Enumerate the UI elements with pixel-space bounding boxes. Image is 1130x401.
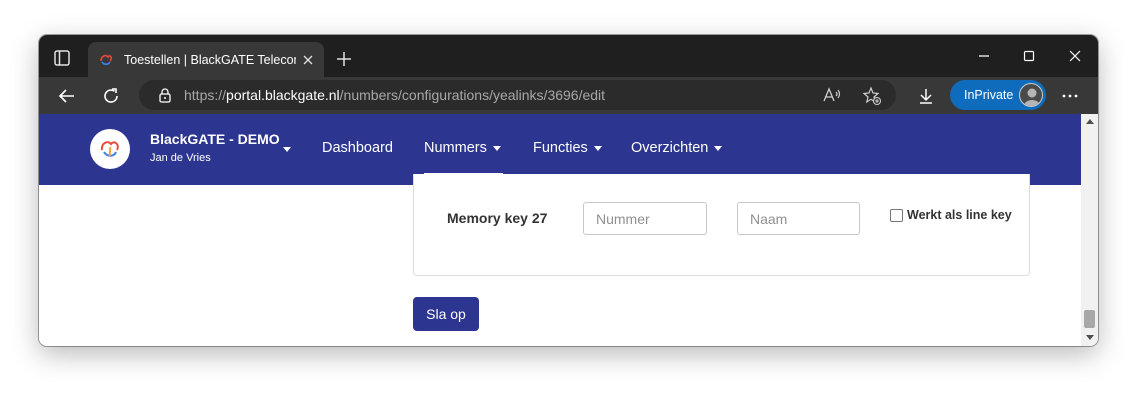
minimize-icon[interactable] <box>961 35 1007 77</box>
brand-logo[interactable] <box>90 129 130 169</box>
nav-dashboard-label: Dashboard <box>322 140 393 156</box>
memory-key-label: Memory key 27 <box>447 210 548 226</box>
url-text[interactable]: https://portal.blackgate.nl/numbers/conf… <box>184 87 605 103</box>
refresh-icon[interactable] <box>97 82 125 110</box>
nav-functies[interactable]: Functies <box>533 140 602 156</box>
url-path: /numbers/configurations/yealinks/3696/ed… <box>339 87 606 103</box>
new-tab-icon[interactable] <box>333 48 355 70</box>
scroll-down-icon[interactable] <box>1086 335 1094 340</box>
back-icon[interactable] <box>53 82 81 110</box>
tab-actions-icon[interactable] <box>51 47 73 69</box>
nav-nummers[interactable]: Nummers <box>424 140 501 156</box>
memory-key-number-input[interactable] <box>583 202 707 235</box>
save-button[interactable]: Sla op <box>413 297 479 331</box>
brand-name: BlackGATE - DEMO <box>150 131 280 147</box>
chevron-down-icon <box>593 145 602 151</box>
profile-avatar-icon <box>1019 83 1043 107</box>
address-bar[interactable]: https://portal.blackgate.nl/numbers/conf… <box>139 80 896 110</box>
inprivate-button[interactable]: InPrivate <box>950 80 1046 110</box>
browser-toolbar: https://portal.blackgate.nl/numbers/conf… <box>39 77 1098 114</box>
tab-active[interactable]: Toestellen | BlackGATE Telecom <box>88 42 324 77</box>
close-tab-icon[interactable] <box>296 48 320 72</box>
page-scrollbar[interactable] <box>1081 114 1098 346</box>
downloads-icon[interactable] <box>912 82 940 110</box>
tab-strip: Toestellen | BlackGATE Telecom <box>39 35 1098 77</box>
scroll-up-icon[interactable] <box>1086 119 1094 124</box>
close-window-icon[interactable] <box>1052 35 1098 77</box>
more-icon[interactable] <box>1056 82 1084 110</box>
nav-functies-label: Functies <box>533 140 588 156</box>
nav-dashboard[interactable]: Dashboard <box>322 140 393 156</box>
nav-overzichten[interactable]: Overzichten <box>631 140 723 156</box>
line-key-checkbox[interactable] <box>890 208 903 222</box>
page-viewport: BlackGATE - DEMO Jan de Vries Dashboard … <box>39 114 1098 346</box>
browser-window: Toestellen | BlackGATE Telecom https://p… <box>39 35 1098 346</box>
lock-icon[interactable] <box>157 87 173 103</box>
favicon-icon <box>98 52 114 68</box>
add-favorite-icon[interactable] <box>862 86 882 106</box>
chevron-down-icon <box>492 145 501 151</box>
nav-overzichten-label: Overzichten <box>631 140 709 156</box>
maximize-icon[interactable] <box>1006 35 1052 77</box>
tab-title: Toestellen | BlackGATE Telecom <box>124 52 296 67</box>
nav-nummers-label: Nummers <box>424 140 487 156</box>
line-key-option[interactable]: Werkt als line key <box>890 208 1012 222</box>
url-scheme: https:// <box>184 87 227 103</box>
brand-dropdown[interactable]: BlackGATE - DEMO Jan de Vries <box>150 131 280 164</box>
read-aloud-icon[interactable] <box>822 86 842 104</box>
url-host: portal.blackgate.nl <box>226 87 340 103</box>
chevron-down-icon <box>714 145 723 151</box>
memory-key-name-input[interactable] <box>737 202 860 235</box>
chevron-down-icon[interactable] <box>283 147 291 152</box>
inprivate-label: InPrivate <box>964 88 1014 102</box>
scroll-thumb[interactable] <box>1084 310 1095 328</box>
line-key-label: Werkt als line key <box>907 208 1012 222</box>
brand-user: Jan de Vries <box>150 152 211 164</box>
